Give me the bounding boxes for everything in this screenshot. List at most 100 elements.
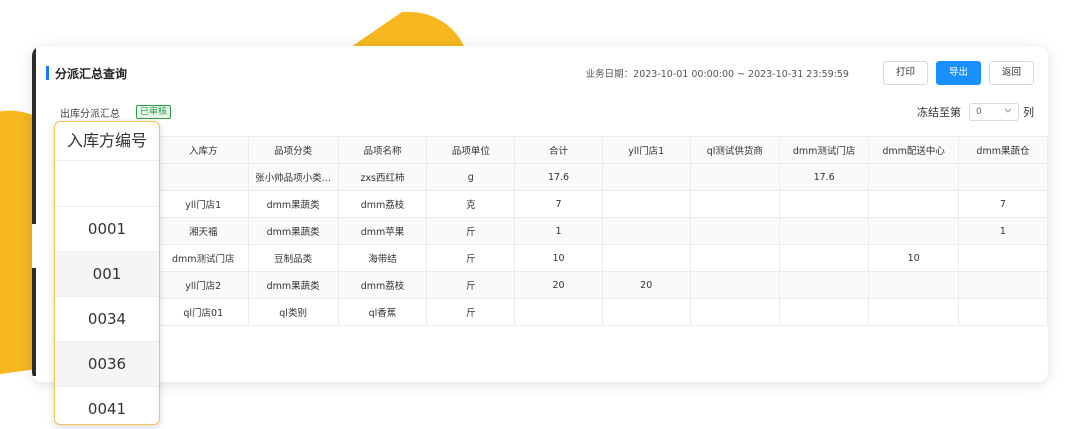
freeze-columns-control: 冻结至第 0 列 bbox=[917, 103, 1034, 121]
callout-cell: 0036 bbox=[55, 342, 159, 387]
table-cell bbox=[778, 271, 870, 299]
table-cell bbox=[868, 163, 959, 191]
table-cell: 7 bbox=[514, 190, 603, 218]
table-cell: dmm果蔬类 bbox=[247, 190, 339, 218]
table-cell bbox=[601, 217, 691, 245]
table-cell: zxs西红柿 bbox=[337, 163, 428, 191]
table-cell bbox=[957, 163, 1048, 191]
sub-header: 出库分派汇总 已审核 冻结至第 0 列 bbox=[60, 102, 1034, 122]
callout-cell: 0041 bbox=[55, 387, 159, 424]
table-cell bbox=[601, 190, 691, 218]
table-row: yll门店2 dmm果蔬类 dmm荔枝 斤 20 20 bbox=[158, 271, 1048, 299]
table-cell: 豆制品类 bbox=[247, 244, 339, 272]
column-header[interactable]: 合计 bbox=[514, 136, 603, 164]
table-row: dmm测试门店 豆制品类 海带结 斤 10 10 bbox=[158, 244, 1048, 272]
receiver-code-column-callout: 入库方编号 0001 001 0034 0036 0041 bbox=[54, 121, 160, 425]
table-cell bbox=[778, 298, 870, 326]
window-edge bbox=[32, 46, 36, 224]
table-cell bbox=[689, 217, 780, 245]
table-cell: dmm果蔬类 bbox=[247, 217, 339, 245]
table-cell: dmm测试门店 bbox=[158, 244, 249, 272]
table-cell: 17.6 bbox=[778, 163, 870, 191]
table-cell: 海带结 bbox=[337, 244, 428, 272]
table-row: 张小帅品项小类… zxs西红柿 g 17.6 17.6 bbox=[158, 163, 1048, 191]
table-cell: 斤 bbox=[426, 271, 516, 299]
table-cell bbox=[689, 298, 780, 326]
table-cell: 1 bbox=[957, 217, 1048, 245]
column-header[interactable]: dmm果蔬仓 bbox=[957, 136, 1048, 164]
column-header[interactable]: ql测试供货商 bbox=[689, 136, 780, 164]
table-cell bbox=[868, 190, 959, 218]
callout-cell bbox=[55, 161, 159, 207]
table-row: yll门店1 dmm果蔬类 dmm荔枝 克 7 7 bbox=[158, 190, 1048, 218]
header-bar: 分派汇总查询 业务日期：2023-10-01 00:00:00 ~ 2023-1… bbox=[46, 60, 1034, 86]
table-cell: dmm苹果 bbox=[337, 217, 428, 245]
table-cell: 10 bbox=[868, 244, 959, 272]
title-accent-bar bbox=[46, 66, 49, 80]
table-cell bbox=[957, 298, 1048, 326]
window-edge bbox=[32, 268, 36, 376]
table-cell: yll门店2 bbox=[158, 271, 249, 299]
freeze-label: 冻结至第 bbox=[917, 106, 961, 119]
table-cell: dmm荔枝 bbox=[337, 271, 428, 299]
table-row: ql门店01 ql类别 ql香蕉 斤 bbox=[158, 298, 1048, 326]
table-cell: ql门店01 bbox=[158, 298, 249, 326]
summary-window: 分派汇总查询 业务日期：2023-10-01 00:00:00 ~ 2023-1… bbox=[32, 46, 1048, 382]
table-cell: 17.6 bbox=[514, 163, 603, 191]
table-cell: 克 bbox=[426, 190, 516, 218]
table-cell: ql类别 bbox=[247, 298, 339, 326]
table-header-row: 入库方 品项分类 品项名称 品项单位 合计 yll门店1 ql测试供货商 dmm… bbox=[158, 136, 1048, 164]
table-cell bbox=[778, 217, 870, 245]
table-cell: 张小帅品项小类… bbox=[247, 163, 339, 191]
table-cell: 10 bbox=[514, 244, 603, 272]
table-cell: dmm荔枝 bbox=[337, 190, 428, 218]
table-cell bbox=[514, 298, 603, 326]
print-button[interactable]: 打印 bbox=[882, 61, 928, 85]
table-cell: 湘天福 bbox=[158, 217, 249, 245]
table-cell bbox=[601, 163, 691, 191]
callout-header: 入库方编号 bbox=[55, 122, 159, 161]
column-header[interactable]: 入库方 bbox=[158, 136, 249, 164]
table-cell bbox=[689, 163, 780, 191]
callout-cell: 001 bbox=[55, 252, 159, 297]
column-header[interactable]: yll门店1 bbox=[601, 136, 691, 164]
column-header[interactable]: 品项分类 bbox=[247, 136, 339, 164]
table-cell bbox=[957, 271, 1048, 299]
callout-cell: 0001 bbox=[55, 207, 159, 252]
table-cell: yll门店1 bbox=[158, 190, 249, 218]
table-cell bbox=[689, 271, 780, 299]
column-header[interactable]: 品项单位 bbox=[426, 136, 516, 164]
table-cell bbox=[957, 244, 1048, 272]
column-header[interactable]: dmm配送中心 bbox=[868, 136, 959, 164]
table-cell: 20 bbox=[601, 271, 691, 299]
table-cell: ql香蕉 bbox=[337, 298, 428, 326]
report-label: 出库分派汇总 bbox=[60, 108, 120, 120]
table-cell: g bbox=[426, 163, 516, 191]
chevron-down-icon bbox=[1004, 107, 1012, 117]
export-button[interactable]: 导出 bbox=[935, 61, 981, 85]
freeze-unit: 列 bbox=[1023, 106, 1034, 119]
column-header[interactable]: 品项名称 bbox=[337, 136, 428, 164]
table-cell: 7 bbox=[957, 190, 1048, 218]
freeze-select-value: 0 bbox=[976, 107, 982, 117]
table-cell bbox=[778, 244, 870, 272]
table-cell: 1 bbox=[514, 217, 603, 245]
callout-cell: 0034 bbox=[55, 297, 159, 342]
table-cell: 斤 bbox=[426, 298, 516, 326]
table-cell: 20 bbox=[514, 271, 603, 299]
table-cell bbox=[601, 298, 691, 326]
freeze-column-select[interactable]: 0 bbox=[969, 103, 1019, 121]
table-cell bbox=[868, 298, 959, 326]
table-cell bbox=[689, 190, 780, 218]
table-cell: 斤 bbox=[426, 217, 516, 245]
table-cell bbox=[778, 190, 870, 218]
back-button[interactable]: 返回 bbox=[988, 61, 1034, 85]
table-cell: dmm果蔬类 bbox=[247, 271, 339, 299]
column-header[interactable]: dmm测试门店 bbox=[778, 136, 870, 164]
table-cell bbox=[601, 244, 691, 272]
table-cell bbox=[868, 271, 959, 299]
table-row: 湘天福 dmm果蔬类 dmm苹果 斤 1 1 bbox=[158, 217, 1048, 245]
table-cell: 斤 bbox=[426, 244, 516, 272]
business-date-range: 业务日期：2023-10-01 00:00:00 ~ 2023-10-31 23… bbox=[585, 69, 849, 80]
status-badge: 已审核 bbox=[136, 105, 172, 119]
